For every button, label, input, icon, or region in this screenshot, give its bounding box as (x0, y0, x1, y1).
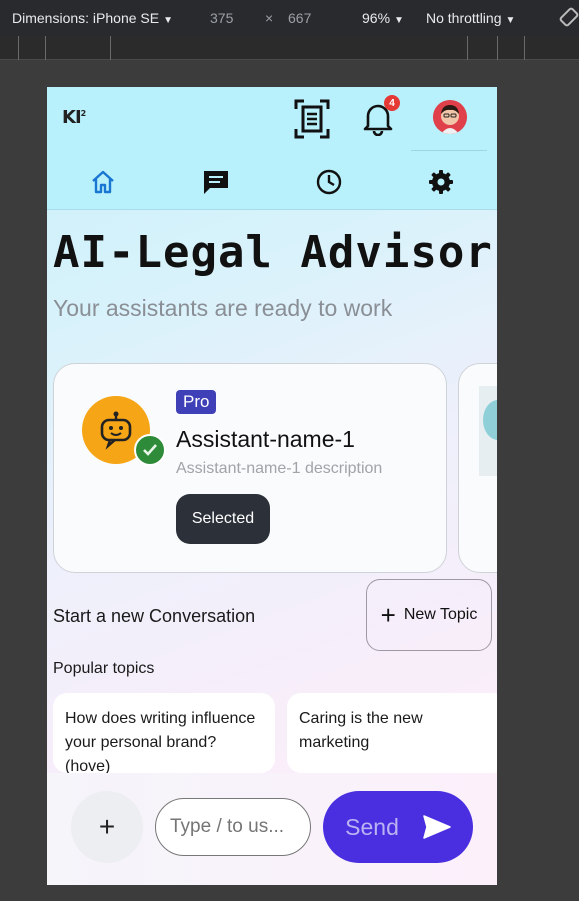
rotate-icon[interactable] (558, 6, 579, 31)
zoom-label: 96% (362, 10, 391, 26)
clock-icon (316, 169, 342, 195)
send-label: Send (345, 813, 399, 840)
nav-history[interactable] (314, 167, 344, 197)
assistant-card-next[interactable] (458, 363, 497, 573)
document-scan-icon[interactable] (294, 99, 330, 139)
add-attachment-button[interactable]: + (71, 791, 143, 863)
device-label: Dimensions: iPhone SE (12, 10, 160, 26)
assistant-description: Assistant-name-1 description (176, 460, 383, 477)
app-logo[interactable]: KI2 (62, 107, 86, 128)
home-icon (92, 170, 114, 194)
nav-chat[interactable] (201, 167, 231, 197)
chevron-down-icon: ▼ (505, 15, 516, 26)
new-topic-button[interactable]: + New Topic (366, 579, 492, 651)
plus-icon: + (98, 811, 116, 842)
notifications-button[interactable]: 4 (362, 95, 400, 136)
message-input[interactable] (155, 798, 311, 856)
topic-card[interactable]: Caring is the new marketing (287, 693, 497, 773)
nav-home[interactable] (88, 167, 118, 197)
throttling-label: No throttling (426, 10, 502, 26)
popular-topics-label: Popular topics (53, 660, 155, 677)
start-conversation-label: Start a new Conversation (53, 606, 256, 626)
page-subtitle: Your assistants are ready to work (53, 295, 393, 321)
assistant-card[interactable]: Pro Assistant-name-1 Assistant-name-1 de… (53, 363, 447, 573)
gear-icon (429, 170, 453, 194)
notification-badge: 4 (384, 95, 400, 111)
new-topic-label: New Topic (403, 606, 478, 623)
chat-icon (204, 171, 228, 194)
logo-text: KI (62, 107, 82, 128)
media-query-ruler (0, 36, 579, 60)
pro-badge: Pro (176, 390, 217, 414)
send-button[interactable]: Send (323, 791, 473, 863)
composer-bar: + Send (47, 773, 497, 885)
selected-button[interactable]: Selected (176, 494, 270, 544)
devtools-toolbar: Dimensions: iPhone SE ▼ 375 × 667 96% ▼ No… (0, 0, 579, 36)
chevron-down-icon: ▼ (394, 15, 404, 26)
send-icon (423, 815, 451, 839)
height-field[interactable]: 667 (288, 10, 311, 26)
plus-icon: + (380, 599, 396, 630)
robot-icon (100, 411, 132, 450)
check-icon (134, 434, 166, 466)
device-select[interactable]: Dimensions: iPhone SE ▼ (12, 10, 173, 26)
topic-card[interactable]: How does writing influence your personal… (53, 693, 275, 773)
times-icon: × (265, 10, 274, 26)
assistant-name: Assistant-name-1 (176, 426, 355, 452)
throttling-select[interactable]: No throttling ▼ (426, 10, 515, 26)
logo-sup: 2 (80, 109, 86, 118)
page-title: AI-Legal Advisor (53, 227, 493, 278)
phone-viewport: KI2 4 AI-Legal Advisor Your assistants a… (47, 87, 497, 885)
app-header: KI2 4 (47, 87, 497, 210)
avatar[interactable] (433, 100, 467, 134)
width-field[interactable]: 375 (210, 10, 233, 26)
zoom-select[interactable]: 96% ▼ (362, 10, 404, 26)
header-divider (411, 150, 487, 151)
chevron-down-icon: ▼ (163, 15, 173, 26)
nav-settings[interactable] (426, 167, 456, 197)
